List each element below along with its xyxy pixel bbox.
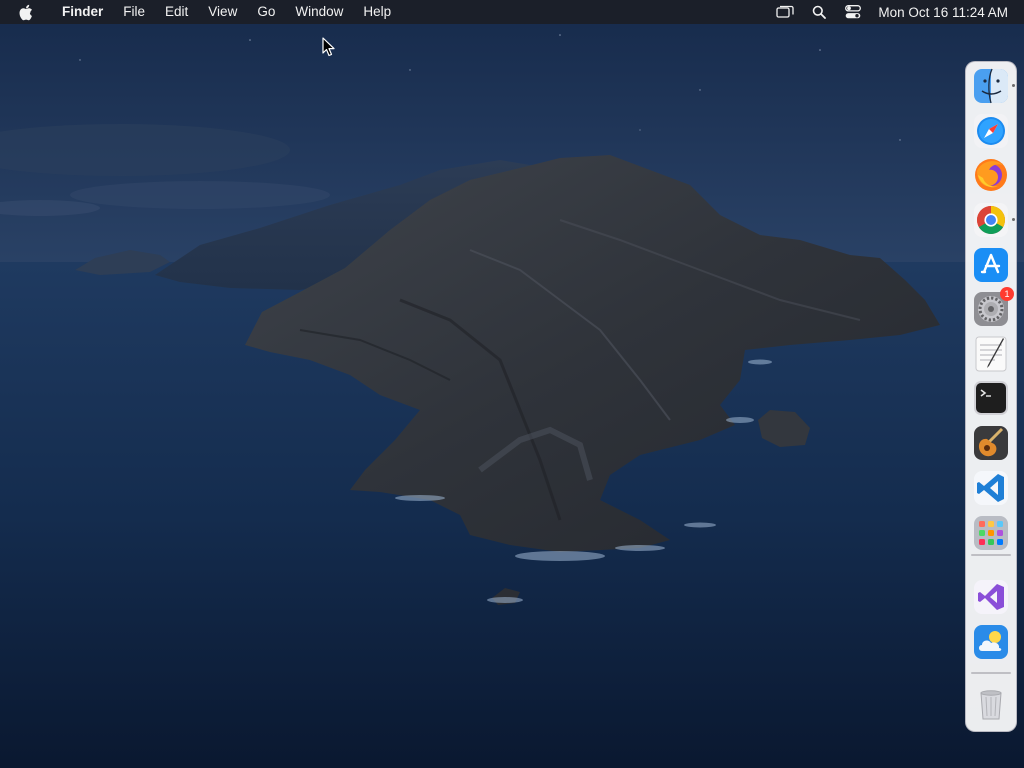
dock-system-preferences-icon[interactable]: 1 bbox=[973, 287, 1014, 327]
menu-bar-right: Mon Oct 16 11:24 AM bbox=[768, 0, 1024, 24]
desktop-wallpaper bbox=[0, 0, 1024, 768]
desktop[interactable]: Finder File Edit View Go Window Help Mon… bbox=[0, 0, 1024, 768]
dock-app-store-icon[interactable] bbox=[973, 247, 1009, 283]
dock-separator bbox=[971, 554, 1011, 556]
menu-go[interactable]: Go bbox=[247, 0, 285, 24]
mouse-pointer-icon bbox=[322, 37, 335, 57]
dock-visual-studio-icon[interactable] bbox=[973, 579, 1009, 615]
dock-garageband-icon[interactable] bbox=[973, 425, 1009, 461]
running-indicator bbox=[1012, 84, 1015, 87]
menu-view[interactable]: View bbox=[198, 0, 247, 24]
menu-help[interactable]: Help bbox=[353, 0, 401, 24]
control-center-icon[interactable] bbox=[844, 4, 862, 20]
dock-vscode-icon[interactable] bbox=[973, 470, 1009, 506]
screen-mirroring-icon[interactable] bbox=[776, 4, 795, 20]
menu-window[interactable]: Window bbox=[285, 0, 353, 24]
dock-chrome-icon[interactable] bbox=[973, 202, 1015, 238]
dock-firefox-icon[interactable] bbox=[973, 157, 1009, 193]
menu-app-finder[interactable]: Finder bbox=[52, 0, 113, 24]
dock-trash-icon[interactable] bbox=[973, 686, 1009, 722]
dock-finder-icon[interactable] bbox=[973, 68, 1015, 104]
dock-launchpad-icon[interactable] bbox=[973, 515, 1009, 551]
dock: 1 bbox=[965, 61, 1017, 732]
dock-textedit-icon[interactable] bbox=[973, 336, 1009, 372]
spotlight-search-icon[interactable] bbox=[810, 4, 828, 20]
dock-separator bbox=[971, 672, 1011, 674]
menu-edit[interactable]: Edit bbox=[155, 0, 198, 24]
dock-safari-icon[interactable] bbox=[973, 113, 1009, 149]
dock-weather-icon[interactable] bbox=[973, 624, 1009, 660]
menu-bar: Finder File Edit View Go Window Help Mon… bbox=[0, 0, 1024, 24]
menu-bar-clock[interactable]: Mon Oct 16 11:24 AM bbox=[878, 5, 1008, 20]
running-indicator bbox=[1012, 218, 1015, 221]
menu-bar-left: Finder File Edit View Go Window Help bbox=[0, 0, 401, 24]
notification-badge: 1 bbox=[1000, 287, 1014, 301]
dock-terminal-icon[interactable] bbox=[973, 380, 1009, 416]
apple-logo-icon[interactable] bbox=[18, 4, 34, 21]
menu-file[interactable]: File bbox=[113, 0, 155, 24]
